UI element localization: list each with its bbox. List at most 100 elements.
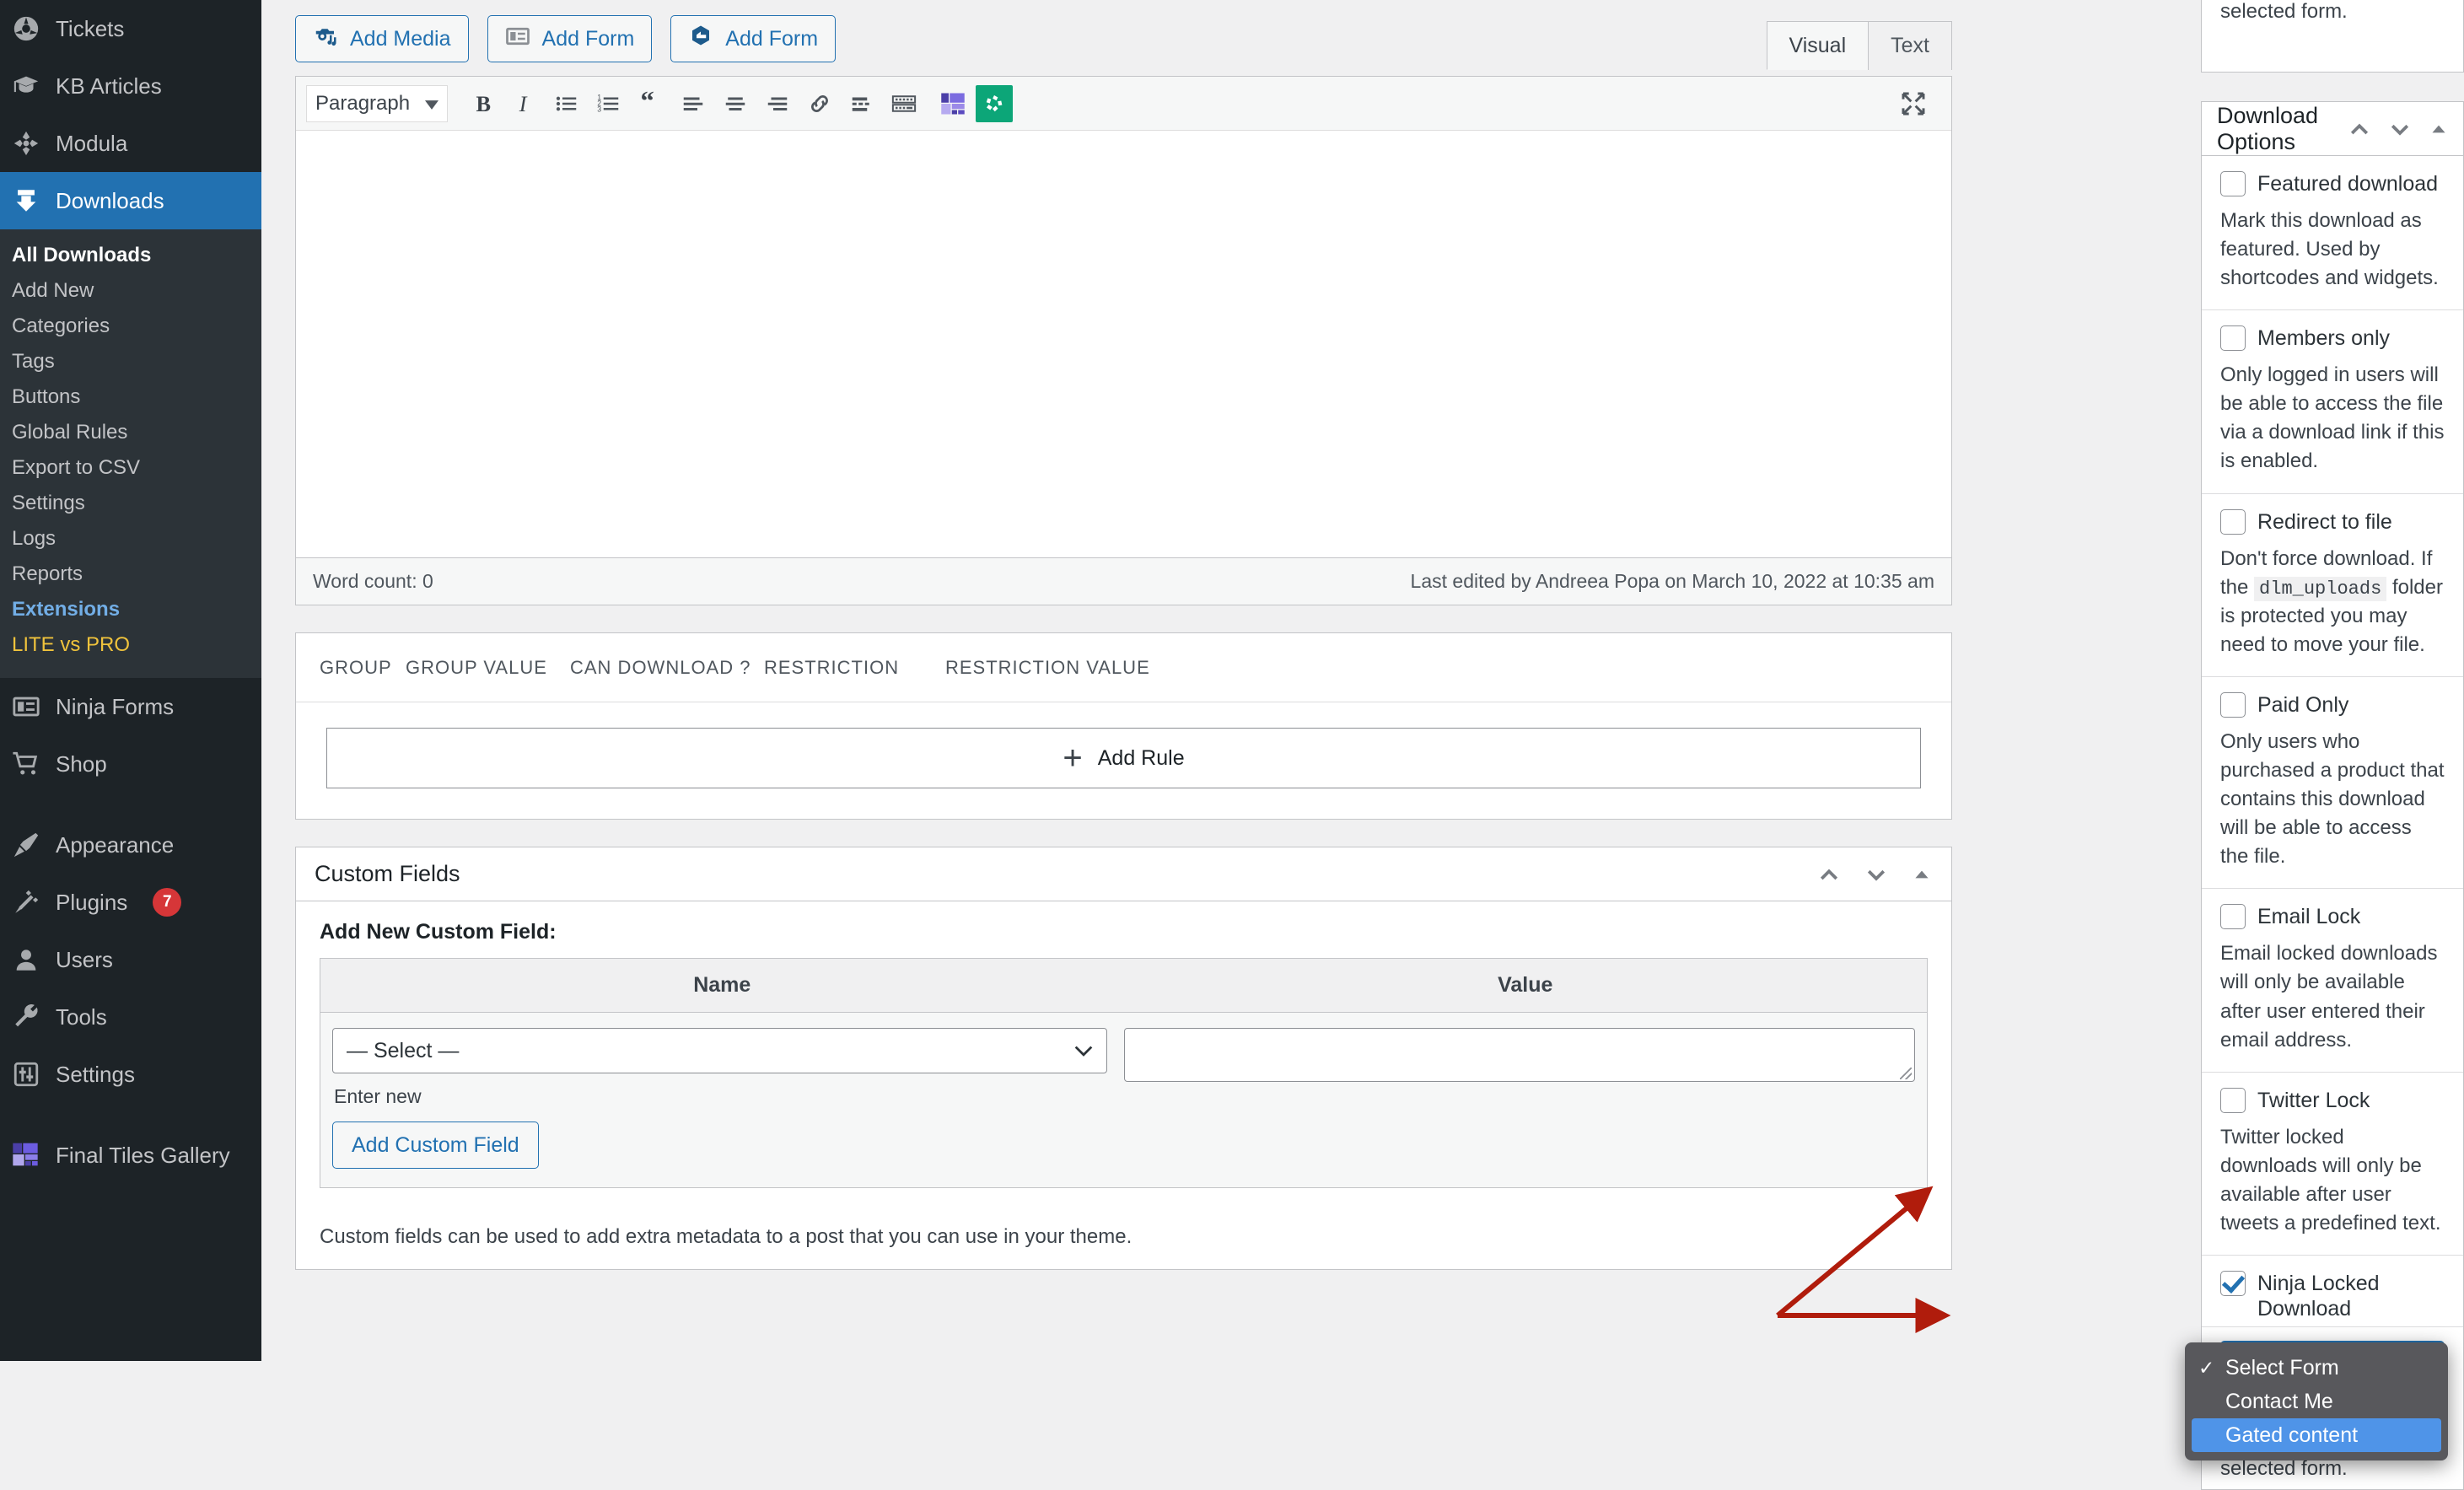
add-rule-label: Add Rule — [1097, 745, 1185, 770]
bulleted-list-icon[interactable] — [547, 84, 586, 123]
paid-only-checkbox[interactable] — [2220, 692, 2246, 718]
submenu-item-all-downloads[interactable]: All Downloads — [0, 238, 261, 273]
members-only-checkbox[interactable] — [2220, 325, 2246, 352]
custom-fields-body: Add New Custom Field: Name Value — Selec… — [296, 901, 1951, 1210]
submenu-item-tags[interactable]: Tags — [0, 344, 261, 379]
submenu-item-lite-vs-pro[interactable]: LITE vs PRO — [0, 627, 261, 663]
toolbar-toggle-icon[interactable] — [885, 84, 923, 123]
editor-status-bar: Word count: 0 Last edited by Andreea Pop… — [296, 557, 1951, 605]
dropdown-option-label: Contact Me — [2225, 1389, 2333, 1413]
submenu-item-global-rules[interactable]: Global Rules — [0, 415, 261, 450]
twitter-lock-description: Twitter locked downloads will only be av… — [2220, 1125, 2441, 1234]
toggle-panel-icon[interactable] — [2428, 118, 2450, 140]
sidebar-item-tickets[interactable]: Tickets — [0, 0, 261, 57]
paid-only-description: Only users who purchased a product that … — [2220, 730, 2445, 869]
redirect-to-file-label: Redirect to file — [2257, 509, 2392, 534]
custom-field-value-textarea[interactable] — [1123, 1028, 1915, 1082]
ninja-form-select-help: selected form. — [2220, 1457, 2348, 1481]
members-only-label: Members only — [2257, 326, 2390, 351]
submenu-item-add-new[interactable]: Add New — [0, 273, 261, 309]
toggle-panel-icon[interactable] — [1911, 863, 1933, 885]
submenu-item-settings[interactable]: Settings — [0, 486, 261, 521]
redirect-to-file-description: Don't force download. If the dlm_uploads… — [2220, 545, 2445, 659]
sidebar-item-tools[interactable]: Tools — [0, 988, 261, 1046]
ninja-form-tail-text: selected form. — [2220, 0, 2348, 23]
dropdown-option-gated-content[interactable]: Gated content — [2192, 1418, 2441, 1453]
add-form-label: Add Form — [541, 26, 635, 51]
format-select[interactable]: Paragraph — [306, 84, 448, 122]
check-icon: ✓ — [2198, 1356, 2215, 1379]
ninja-locked-download-checkbox[interactable] — [2220, 1271, 2246, 1297]
download-rules-panel: GROUP GROUP VALUE CAN DOWNLOAD ? RESTRIC… — [295, 632, 1952, 820]
bold-icon[interactable]: B — [463, 84, 502, 123]
svg-text:“: “ — [641, 91, 654, 116]
move-down-icon[interactable] — [2387, 116, 2413, 142]
col-group: GROUP — [320, 656, 392, 678]
submenu-item-extensions[interactable]: Extensions — [0, 592, 261, 627]
add-form-button-ninja[interactable]: Add Form — [670, 15, 837, 62]
move-down-icon[interactable] — [1864, 862, 1889, 887]
content-editor: Paragraph B I 123 “ Word count: 0 Last e… — [295, 76, 1952, 605]
sidebar-item-ninja-forms[interactable]: Ninja Forms — [0, 678, 261, 735]
editor-mode-tabs: Visual Text — [1766, 21, 1952, 70]
numbered-list-icon[interactable]: 123 — [589, 84, 628, 123]
media-camera-note-icon — [313, 24, 338, 55]
align-center-icon[interactable] — [716, 84, 755, 123]
submenu-item-categories[interactable]: Categories — [0, 309, 261, 344]
twitter-lock-label: Twitter Lock — [2257, 1088, 2370, 1112]
email-lock-checkbox[interactable] — [2220, 904, 2246, 930]
tab-visual[interactable]: Visual — [1766, 21, 1870, 70]
custom-field-name-select-value: — Select — — [347, 1038, 460, 1062]
align-right-icon[interactable] — [758, 84, 797, 123]
sidebar-item-appearance[interactable]: Appearance — [0, 816, 261, 874]
sidebar-item-final-tiles-gallery[interactable]: Final Tiles Gallery — [0, 1127, 261, 1184]
redirect-to-file-checkbox[interactable] — [2220, 508, 2246, 535]
add-custom-field-button[interactable]: Add Custom Field — [332, 1122, 539, 1169]
sidebar-item-plugins[interactable]: Plugins 7 — [0, 874, 261, 931]
cart-icon — [12, 750, 40, 778]
sidebar-item-settings[interactable]: Settings — [0, 1046, 261, 1103]
featured-download-checkbox[interactable] — [2220, 171, 2246, 196]
custom-field-name-select[interactable]: — Select — — [332, 1028, 1107, 1073]
link-icon[interactable] — [800, 84, 839, 123]
sidebar-item-label: Shop — [56, 750, 107, 777]
custom-fields-table-body: — Select — Enter new Add Custom Field — [320, 1013, 1927, 1187]
dropdown-option-select-form[interactable]: ✓ Select Form — [2192, 1351, 2441, 1385]
read-more-icon[interactable] — [842, 84, 881, 123]
option-redirect-to-file: Redirect to file Don't force download. I… — [2202, 494, 2463, 678]
move-up-icon[interactable] — [2347, 116, 2372, 142]
italic-icon[interactable]: I — [505, 84, 544, 123]
graduation-cap-icon — [12, 72, 40, 100]
custom-fields-help-text: Custom fields can be used to add extra m… — [320, 1225, 1132, 1248]
sidebar-item-downloads[interactable]: Downloads — [0, 172, 275, 229]
twitter-lock-checkbox[interactable] — [2220, 1087, 2246, 1113]
submenu-item-export-to-csv[interactable]: Export to CSV — [0, 450, 261, 486]
submenu-item-reports[interactable]: Reports — [0, 557, 261, 592]
submenu-item-buttons[interactable]: Buttons — [0, 379, 261, 415]
ninja-forms-green-icon[interactable] — [976, 84, 1013, 122]
align-left-icon[interactable] — [674, 84, 713, 123]
members-only-description: Only logged in users will be able to acc… — [2220, 363, 2445, 473]
ninja-hex-icon — [688, 24, 713, 55]
sidebar-item-kb-articles[interactable]: KB Articles — [0, 57, 261, 115]
sidebar-item-modula[interactable]: Modula — [0, 115, 261, 172]
editor-content-area[interactable] — [296, 131, 1951, 557]
submenu-item-logs[interactable]: Logs — [0, 521, 261, 557]
tiles-icon — [12, 1141, 40, 1170]
option-twitter-lock: Twitter Lock Twitter locked downloads wi… — [2202, 1073, 2463, 1256]
add-media-button[interactable]: Add Media — [295, 15, 469, 62]
sidebar-item-users[interactable]: Users — [0, 931, 261, 988]
sidebar-item-shop[interactable]: Shop — [0, 735, 261, 793]
sidebar-item-label: Final Tiles Gallery — [56, 1142, 230, 1168]
add-form-button-gravity[interactable]: Add Form — [487, 15, 653, 62]
blockquote-icon[interactable]: “ — [632, 84, 670, 123]
final-tiles-gallery-icon[interactable] — [933, 84, 972, 123]
ninja-locked-download-label: Ninja Locked Download — [2257, 1272, 2380, 1321]
fullscreen-icon[interactable] — [1894, 84, 1933, 123]
custom-field-value-cell — [1123, 1028, 1915, 1169]
add-rule-button[interactable]: + Add Rule — [326, 728, 1921, 788]
dropdown-option-contact-me[interactable]: Contact Me — [2192, 1385, 2441, 1418]
move-up-icon[interactable] — [1816, 862, 1842, 887]
tab-text[interactable]: Text — [1868, 21, 1952, 70]
option-ninja-locked-download: Ninja Locked Download — [2202, 1256, 2463, 1328]
